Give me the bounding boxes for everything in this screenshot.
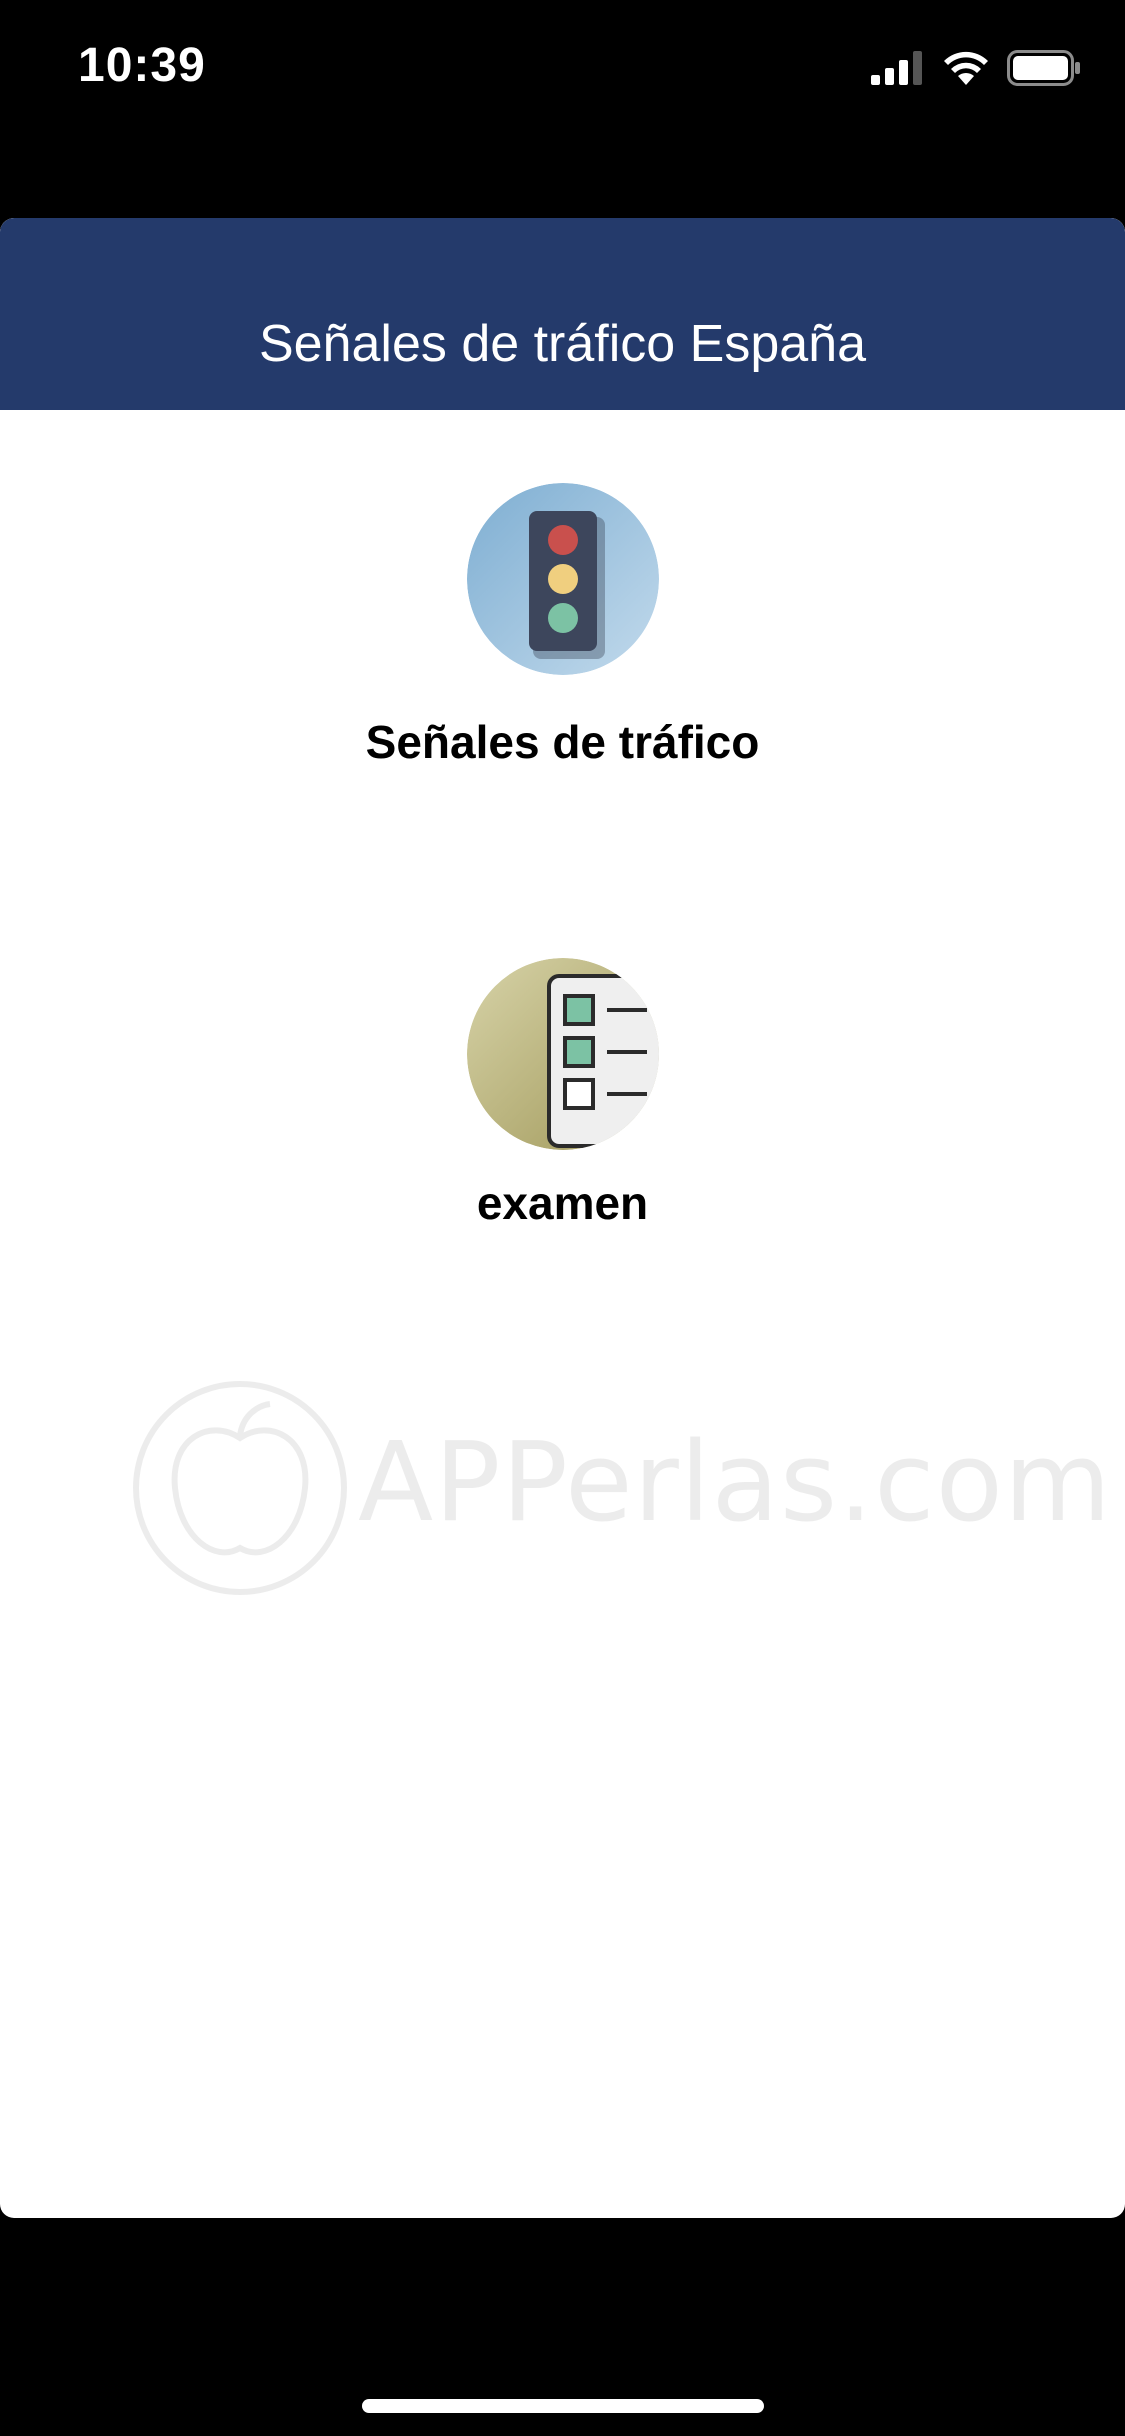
status-icons: [871, 49, 1081, 91]
menu-label-senales: Señales de tráfico: [365, 716, 760, 768]
status-time: 10:39: [78, 39, 206, 92]
menu-item-senales[interactable]: Señales de tráfico: [0, 483, 1125, 783]
app-content: Señales de tráfico España APPerlas.com S…: [0, 218, 1125, 2218]
checklist-icon: [466, 958, 659, 1150]
wifi-icon: [943, 51, 989, 90]
watermark-logo-icon: [133, 1381, 347, 1595]
status-bar: 10:39: [0, 0, 1125, 140]
traffic-light-icon: [466, 483, 659, 675]
watermark-text: APPerlas.com: [358, 1418, 1113, 1546]
home-indicator[interactable]: [362, 2399, 764, 2413]
page-title: Señales de tráfico España: [258, 315, 867, 373]
menu-label-examen: examen: [476, 1177, 649, 1229]
cellular-signal-icon: [871, 50, 925, 90]
menu-item-examen[interactable]: examen: [0, 958, 1125, 1238]
battery-icon: [1007, 49, 1081, 91]
navigation-bar: Señales de tráfico España: [0, 218, 1125, 410]
watermark: APPerlas.com: [130, 1378, 1111, 1598]
